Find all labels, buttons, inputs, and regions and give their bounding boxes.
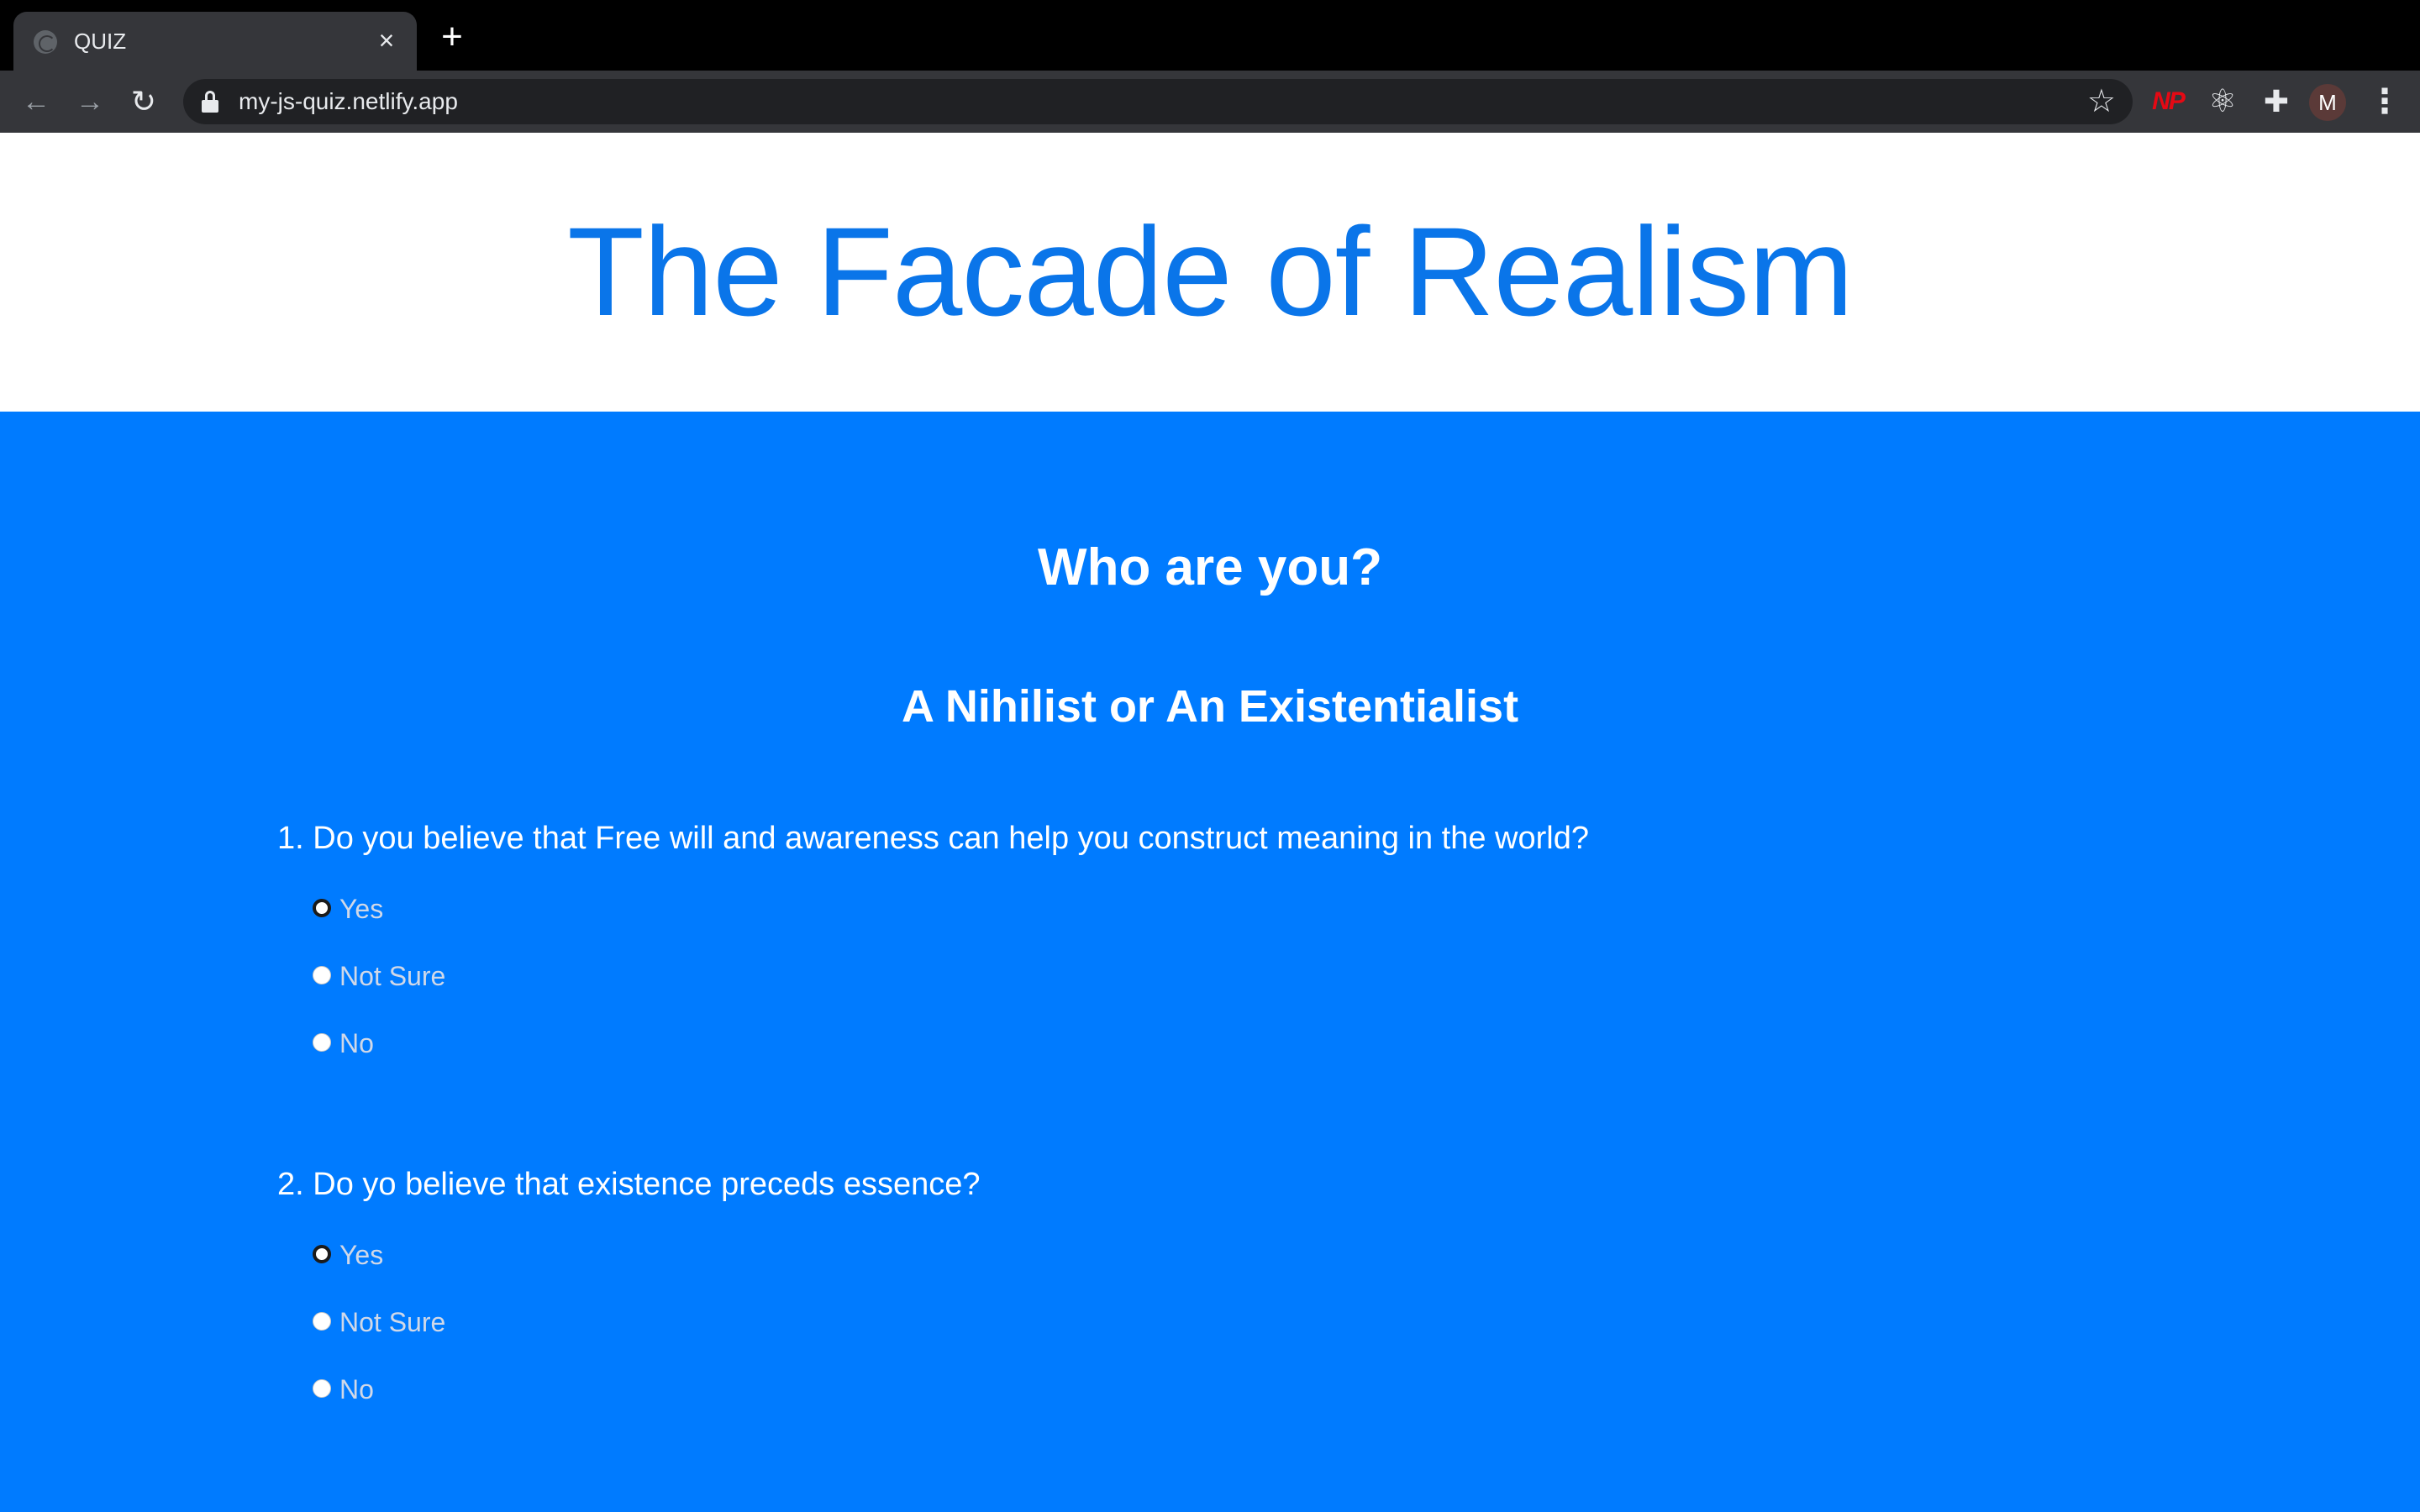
browser-tab-bar: QUIZ × + <box>0 0 2420 71</box>
extensions-puzzle-icon[interactable]: ✚ <box>2255 81 2297 123</box>
globe-icon <box>34 30 57 54</box>
lock-icon[interactable] <box>202 91 218 113</box>
page-content: The Facade of Realism Who are you? A Nih… <box>0 133 2420 1512</box>
hero-banner: The Facade of Realism <box>0 133 2420 412</box>
radio-button[interactable] <box>313 899 331 917</box>
option-label[interactable]: No <box>339 1368 374 1411</box>
forward-arrow-icon[interactable]: → <box>71 82 109 121</box>
page-title: The Facade of Realism <box>567 201 1854 342</box>
browser-toolbar: ← → ↻ my-js-quiz.netlify.app ☆ NP ⚛ ✚ M … <box>0 71 2420 133</box>
np-extension-icon[interactable]: NP <box>2149 81 2186 123</box>
radio-button[interactable] <box>313 1033 331 1052</box>
option-label[interactable]: Yes <box>339 887 383 931</box>
reload-icon[interactable]: ↻ <box>124 82 163 121</box>
address-bar[interactable]: my-js-quiz.netlify.app ☆ <box>183 79 2133 124</box>
close-tab-icon[interactable]: × <box>371 25 402 55</box>
radio-button[interactable] <box>313 966 331 984</box>
radio-button[interactable] <box>313 1379 331 1398</box>
radio-button[interactable] <box>313 1245 331 1263</box>
profile-avatar[interactable]: M <box>2309 84 2346 121</box>
question-text: 1. Do you believe that Free will and awa… <box>277 821 1589 856</box>
quiz-subheading: A Nihilist or An Existentialist <box>901 681 1519 732</box>
radio-button[interactable] <box>313 1312 331 1331</box>
question-1: 1. Do you believe that Free will and awa… <box>277 816 2126 1058</box>
url-text[interactable]: my-js-quiz.netlify.app <box>239 87 458 116</box>
back-arrow-icon[interactable]: ← <box>17 82 55 121</box>
option-label[interactable]: Not Sure <box>339 1300 445 1344</box>
quiz-heading: Who are you? <box>1038 538 1382 596</box>
option-label[interactable]: No <box>339 1021 374 1065</box>
browser-tab[interactable]: QUIZ × <box>13 12 417 71</box>
new-tab-button[interactable]: + <box>435 18 469 55</box>
option-label[interactable]: Not Sure <box>339 954 445 998</box>
question-text: 2. Do yo believe that existence preceds … <box>277 1167 981 1202</box>
tab-title: QUIZ <box>74 29 127 54</box>
react-devtools-icon[interactable]: ⚛ <box>2202 81 2244 123</box>
option-label[interactable]: Yes <box>339 1233 383 1277</box>
question-2: 2. Do yo believe that existence preceds … <box>277 1163 2126 1404</box>
bookmark-star-icon[interactable]: ☆ <box>2087 84 2116 119</box>
more-menu-icon[interactable]: ⋮ <box>2368 81 2402 123</box>
